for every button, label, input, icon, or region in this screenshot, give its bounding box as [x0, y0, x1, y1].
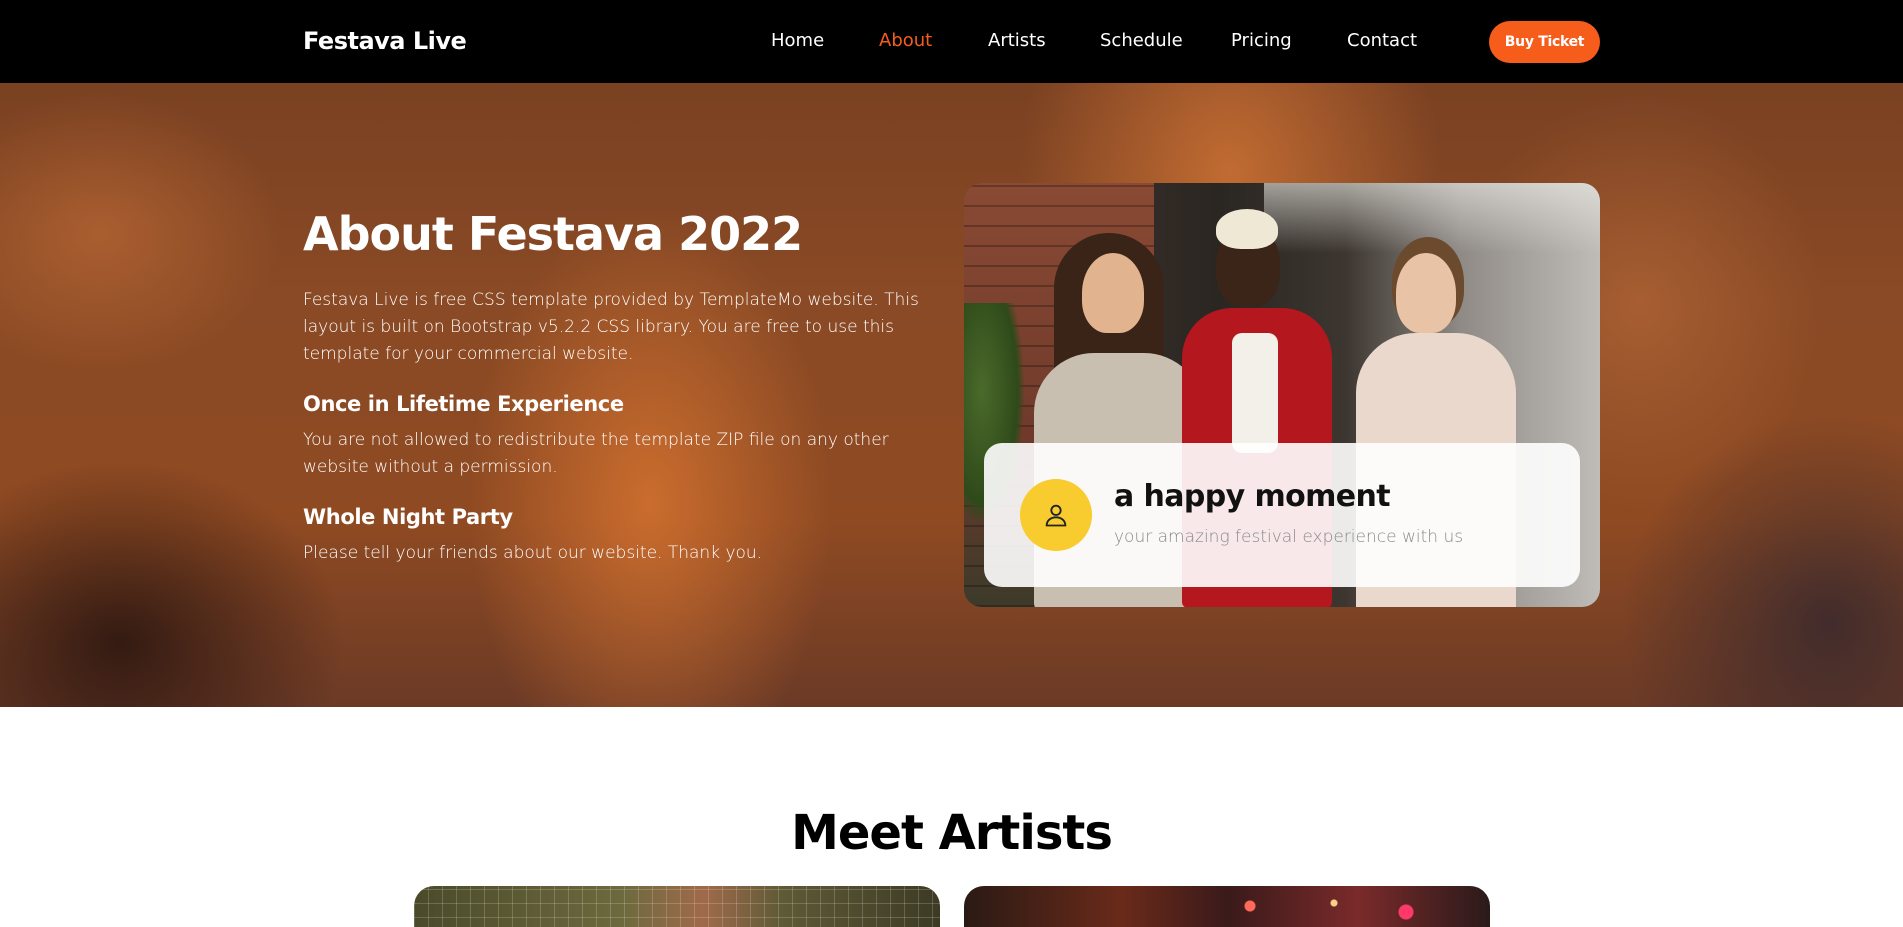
subsection-heading-lifetime: Once in Lifetime Experience — [303, 392, 624, 416]
nav-link-contact[interactable]: Contact — [1347, 30, 1417, 51]
happy-moment-subtitle: your amazing festival experience with us — [1114, 527, 1464, 547]
photo-person-right-face — [1396, 253, 1456, 333]
happy-moment-title: a happy moment — [1114, 479, 1391, 514]
about-intro-text: Festava Live is free CSS template provid… — [303, 290, 919, 364]
subsection-heading-party: Whole Night Party — [303, 505, 513, 529]
photo-person-center-shirt — [1232, 333, 1278, 453]
about-title: About Festava 2022 — [303, 207, 803, 261]
artist-card-2-lights — [1214, 894, 1454, 924]
person-icon — [1020, 479, 1092, 551]
buy-ticket-button[interactable]: Buy Ticket — [1489, 21, 1600, 63]
photo-person-left-face — [1082, 253, 1144, 333]
about-photo-card: a happy moment your amazing festival exp… — [964, 183, 1600, 607]
artists-section-title: Meet Artists — [791, 805, 1113, 861]
nav-link-home[interactable]: Home — [771, 30, 824, 51]
subsection-text-lifetime: You are not allowed to redistribute the … — [303, 430, 889, 477]
nav-link-schedule[interactable]: Schedule — [1100, 30, 1183, 51]
nav-link-pricing[interactable]: Pricing — [1231, 30, 1292, 51]
nav-link-about[interactable]: About — [879, 30, 932, 51]
artist-card-2-image[interactable] — [964, 886, 1490, 927]
artist-card-1-image[interactable] — [414, 886, 940, 927]
happy-moment-card: a happy moment your amazing festival exp… — [984, 443, 1580, 587]
nav-link-artists[interactable]: Artists — [988, 30, 1046, 51]
artist-card-1-net — [414, 886, 940, 927]
navbar: Festava Live Home About Artists Schedule… — [0, 0, 1903, 83]
subsection-text-party: Please tell your friends about our websi… — [303, 543, 763, 563]
brand-logo[interactable]: Festava Live — [303, 27, 467, 55]
about-section: About Festava 2022 Festava Live is free … — [0, 83, 1903, 707]
photo-person-center-hair — [1216, 209, 1278, 249]
